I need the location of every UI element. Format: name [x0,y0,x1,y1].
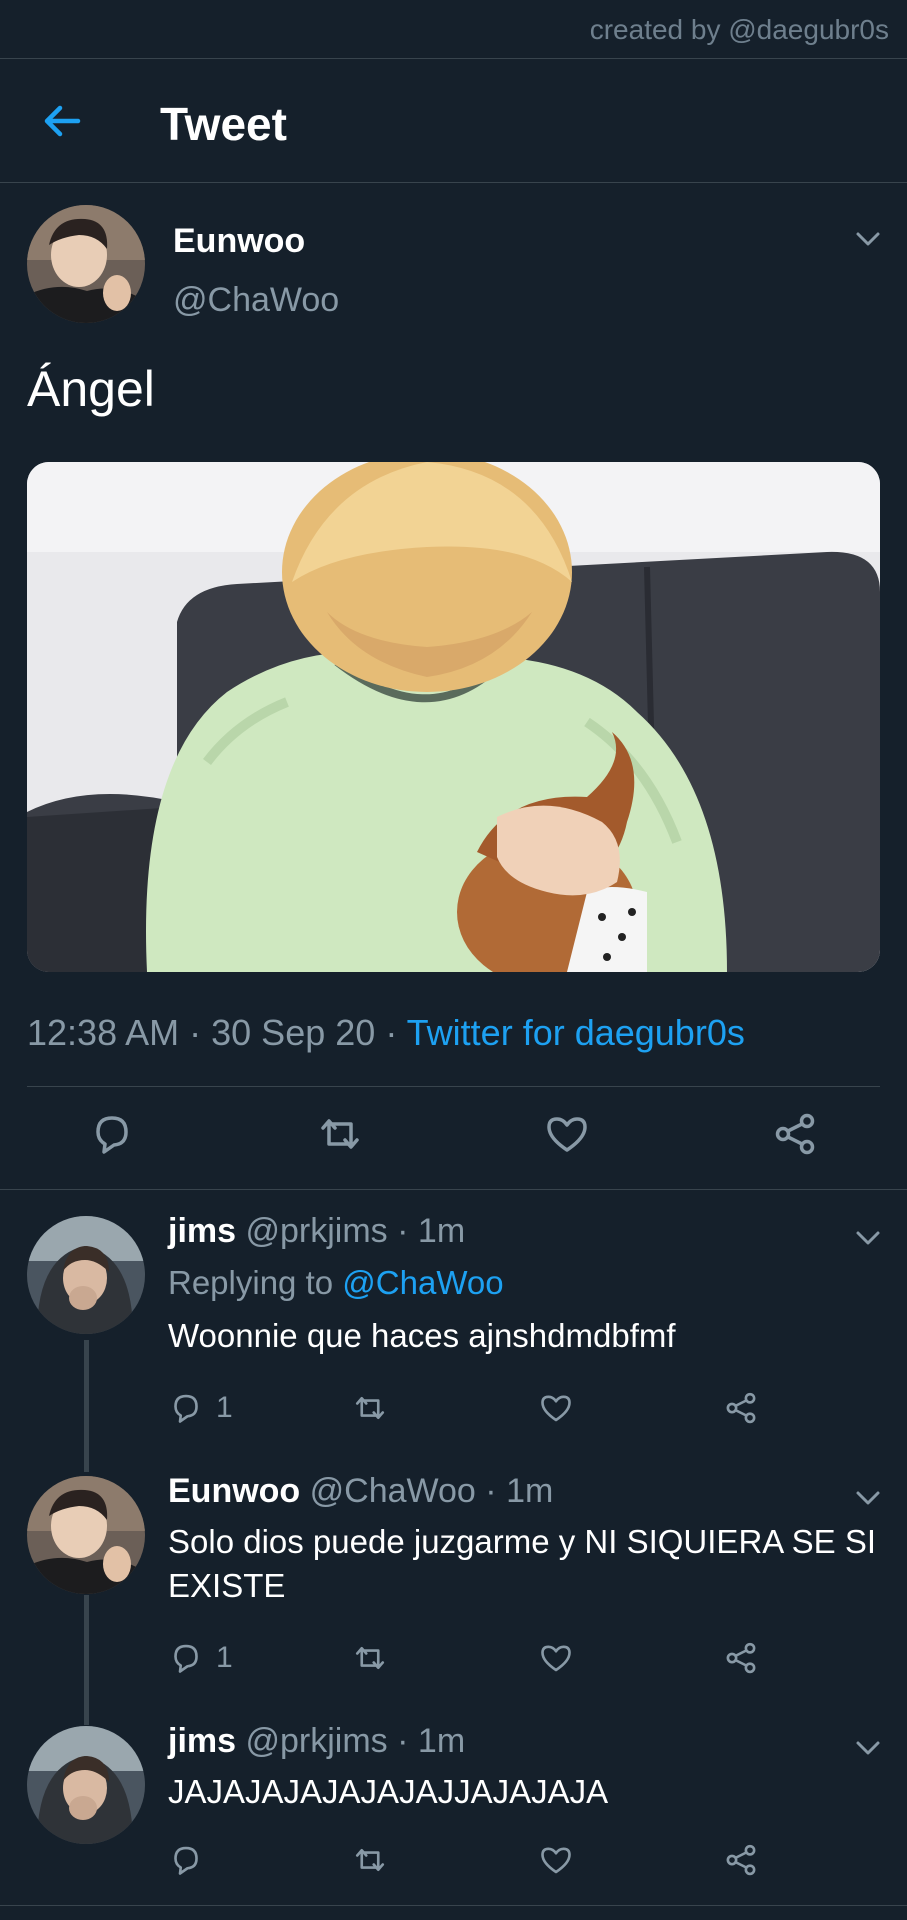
main-tweet: Eunwoo @ChaWoo Ángel 12:38 AM · 30 Sep 2… [0,182,907,1190]
retweet-icon [355,1646,385,1670]
share-button[interactable] [723,1388,759,1428]
retweet-icon [355,1396,385,1420]
tweet-time: 12:38 AM [27,1012,180,1053]
reply-actions: 1 [168,1638,828,1678]
reply-avatar[interactable] [27,1726,145,1844]
reply-author-handle[interactable]: @prkjims [246,1212,388,1250]
retweet-button[interactable] [352,1840,388,1880]
reply-button[interactable]: 1 [168,1638,233,1678]
tweet-date: 30 Sep 20 [211,1012,376,1053]
reply-actions [168,1840,828,1880]
tweet-actions [0,1110,907,1190]
author-name[interactable]: Eunwoo [173,222,305,261]
top-bar: Tweet [0,59,907,183]
reply-button[interactable]: 1 [168,1388,233,1428]
reply-header: Eunwoo @ChaWoo · 1m [168,1472,553,1511]
reply-author-name[interactable]: jims [168,1722,236,1760]
retweet-icon [355,1848,385,1872]
credit-text: created by @daegubr0s [589,14,889,45]
chevron-down-icon[interactable] [854,229,882,249]
reply-author-handle[interactable]: @ChaWoo [310,1472,476,1510]
reply-header: jims @prkjims · 1m [168,1212,465,1251]
reply-tweet[interactable]: jims @prkjims · 1m Replying to @ChaWoo W… [0,1190,907,1440]
tweet-text: Ángel [27,361,155,417]
reply-text: Woonnie que haces ajnshdmdbfmf [168,1317,676,1354]
tweet-media-photo[interactable] [27,462,880,972]
share-icon [726,1844,756,1876]
like-button[interactable] [538,1840,574,1880]
chevron-down-icon[interactable] [854,1738,882,1758]
like-button[interactable] [538,1638,574,1678]
reply-icon [174,1644,198,1673]
like-icon [541,1847,571,1874]
reply-author-name[interactable]: jims [168,1212,236,1250]
reply-text: JAJAJAJAJAJAJAJJAJAJAJA [168,1773,609,1810]
reply-icon[interactable] [88,1110,136,1158]
author-handle[interactable]: @ChaWoo [173,281,339,320]
tweet-source-link[interactable]: Twitter for daegubr0s [407,1012,745,1053]
share-icon [726,1392,756,1424]
reply-count: 1 [216,1641,233,1674]
replying-to: Replying to @ChaWoo [168,1264,504,1302]
reply-separator: · [397,1722,409,1760]
page-title: Tweet [160,98,287,150]
retweet-button[interactable] [352,1638,388,1678]
reply-count: 1 [216,1391,233,1424]
like-button[interactable] [538,1388,574,1428]
meta-separator: · [189,1012,202,1053]
retweet-button[interactable] [352,1388,388,1428]
reply-actions: 1 [168,1388,828,1428]
reply-time: 1m [417,1722,466,1760]
author-avatar[interactable] [27,205,145,323]
chevron-down-icon[interactable] [854,1228,882,1248]
reply-avatar[interactable] [27,1216,145,1334]
reply-text: Solo dios puede juzgarme y NI SIQUIERA S… [168,1523,877,1604]
replying-to-prefix: Replying to [168,1264,334,1301]
like-icon [541,1645,571,1672]
reply-separator: · [485,1472,497,1510]
replying-to-handle[interactable]: @ChaWoo [342,1264,503,1301]
reply-tweet[interactable]: jims @prkjims · 1m JAJAJAJAJAJAJAJJAJAJA… [0,1700,907,1920]
share-button[interactable] [723,1840,759,1880]
reply-author-name[interactable]: Eunwoo [168,1472,300,1510]
tweet-meta: 12:38 AM · 30 Sep 20 · Twitter for daegu… [27,1012,745,1054]
credit-bar: created by @daegubr0s [0,0,907,59]
share-icon[interactable] [771,1110,819,1158]
share-icon [726,1642,756,1674]
retweet-icon[interactable] [316,1110,364,1158]
reply-separator: · [397,1212,409,1250]
divider [27,1086,880,1087]
share-button[interactable] [723,1638,759,1678]
reply-button[interactable] [168,1840,216,1880]
like-icon[interactable] [543,1110,591,1158]
back-arrow-icon[interactable] [40,99,84,143]
reply-avatar[interactable] [27,1476,145,1594]
reply-time: 1m [506,1472,554,1510]
reply-header: jims @prkjims · 1m [168,1722,465,1761]
chevron-down-icon[interactable] [854,1488,882,1508]
reply-tweet[interactable]: Eunwoo @ChaWoo · 1m Solo dios puede juzg… [0,1450,907,1700]
bottom-divider [0,1905,907,1906]
reply-icon [174,1394,198,1423]
reply-time: 1m [417,1212,466,1250]
reply-author-handle[interactable]: @prkjims [246,1722,388,1760]
meta-separator: · [385,1012,398,1053]
like-icon [541,1395,571,1422]
reply-icon [174,1846,198,1875]
